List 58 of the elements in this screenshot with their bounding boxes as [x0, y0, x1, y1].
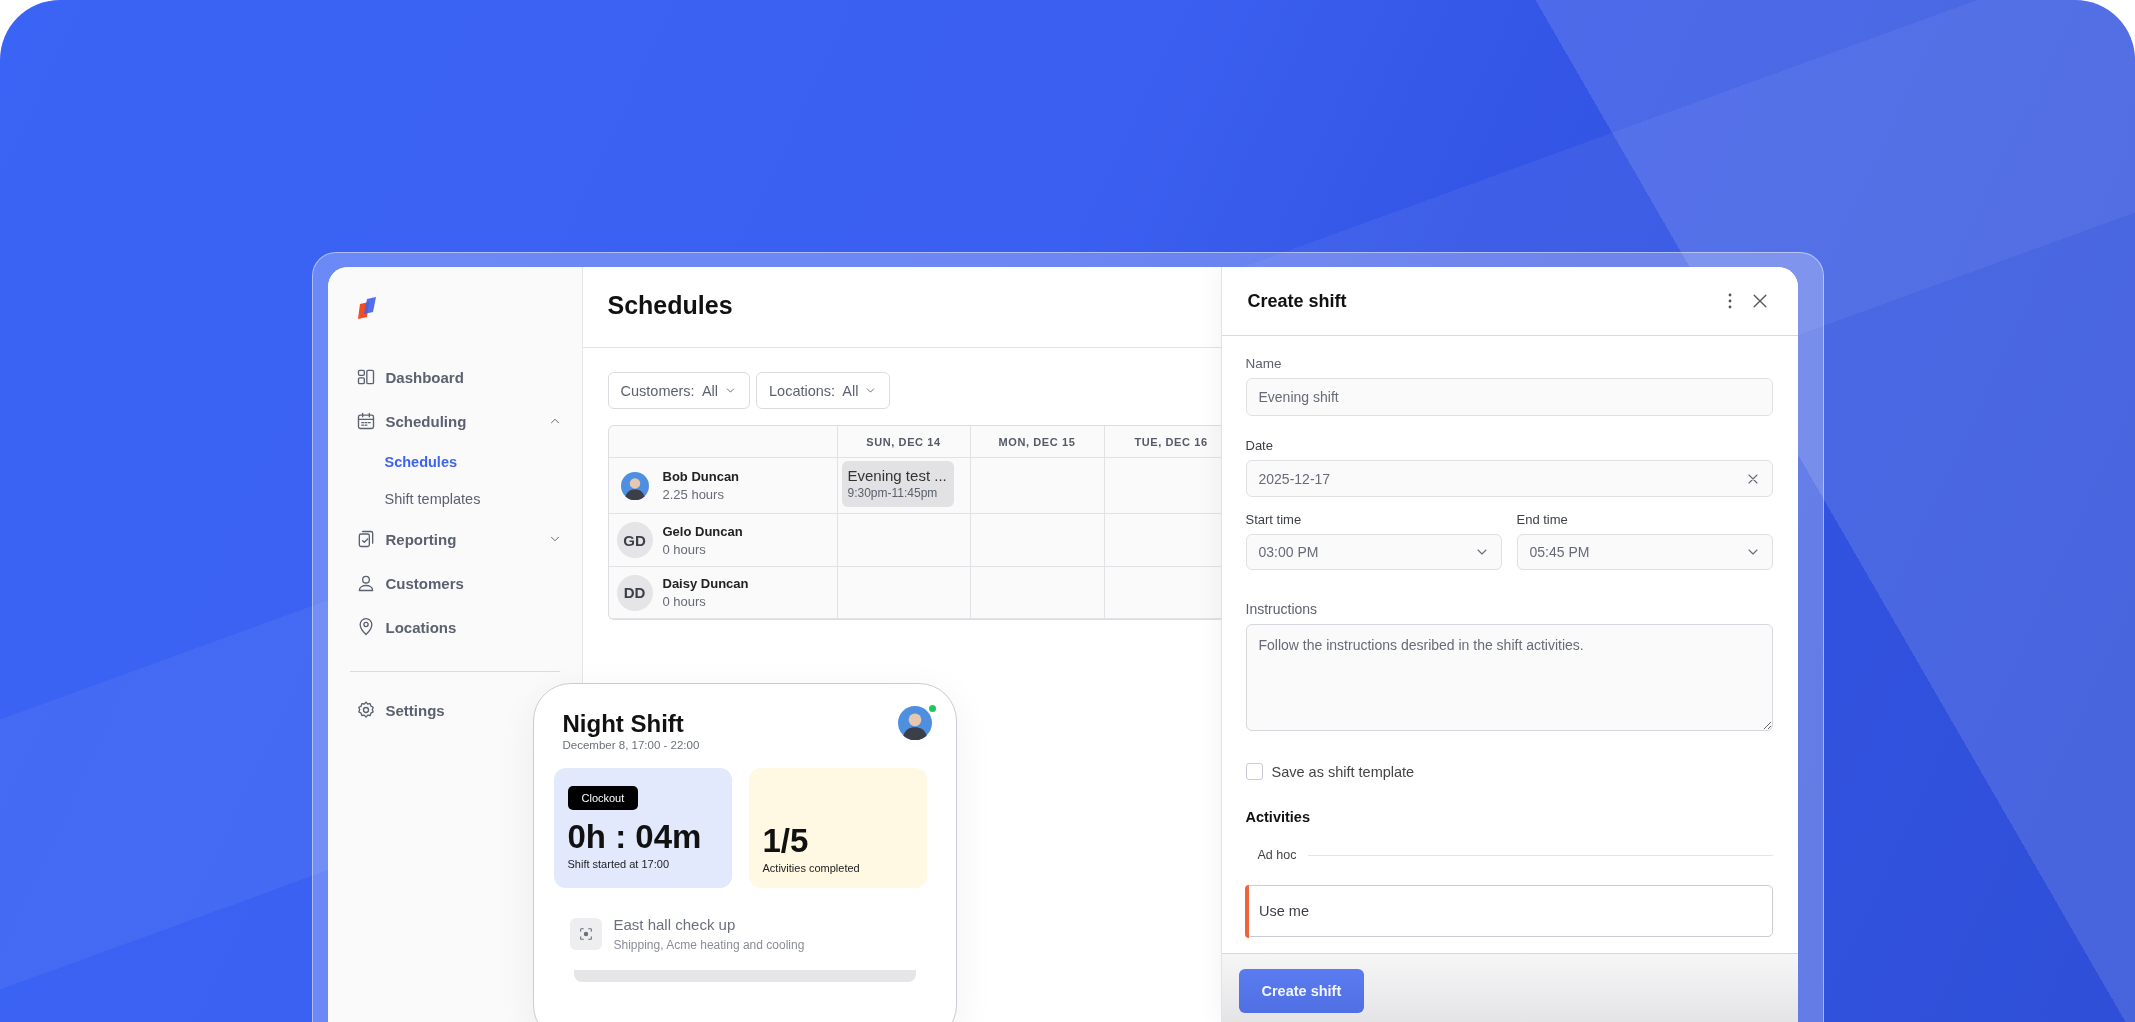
checkbox-label: Save as shift template: [1271, 763, 1415, 780]
shift-title: Evening test ...: [847, 467, 948, 484]
group-label: Ad hoc: [1257, 848, 1297, 862]
activity-item[interactable]: Use me: [1245, 885, 1773, 937]
field-label: Start time: [1245, 512, 1303, 527]
instructions-textarea[interactable]: Follow the instructions desribed in the shift activities.: [1245, 624, 1773, 731]
timer-caption: Shift started at 17:00: [567, 858, 670, 870]
nav-item[interactable]: Customers: [327, 565, 582, 601]
shift-time: 9:30pm-11:45pm: [847, 486, 939, 500]
activity-subtitle: Shipping, Acme heating and cooling: [613, 938, 805, 952]
nav-item[interactable]: Reporting: [327, 521, 582, 557]
date-field[interactable]: 2025-12-17: [1245, 460, 1773, 497]
employee-hours: 0 hours: [662, 594, 707, 609]
timer-value: 0h : 04m: [567, 818, 703, 856]
filter-dropdown[interactable]: Locations: All: [756, 372, 891, 409]
name-input[interactable]: Evening shift: [1245, 378, 1773, 416]
nav-subitem[interactable]: Schedules: [327, 447, 582, 477]
filter-dropdown[interactable]: Customers: All: [607, 372, 750, 409]
avatar-icon: [897, 706, 932, 740]
calendar-icon: [355, 411, 376, 431]
employee-name: Daisy Duncan: [662, 576, 749, 591]
more-options-icon: [1727, 293, 1732, 309]
avatar-initials: DD: [616, 574, 653, 611]
field-label: Date: [1245, 438, 1274, 453]
avatar-initials: GD: [616, 522, 653, 558]
nav-item[interactable]: Locations: [327, 609, 582, 645]
field-label: Instructions: [1245, 601, 1319, 617]
shift-block[interactable]: Evening test ... 9:30pm-11:45pm: [841, 461, 954, 507]
settings-icon: [355, 700, 376, 720]
card-title: Night Shift: [562, 710, 685, 738]
avatar-icon: [620, 471, 649, 500]
nav-item[interactable]: Settings: [327, 692, 467, 728]
activity-title: East hall check up: [613, 916, 737, 933]
section-title: Activities: [1245, 809, 1311, 825]
nav-item[interactable]: Scheduling: [327, 403, 582, 439]
start-time-select[interactable]: 03:00 PM: [1245, 534, 1502, 570]
employee-hours: 0 hours: [662, 541, 707, 557]
dashboard-icon: [355, 367, 376, 387]
end-time-select[interactable]: 05:45 PM: [1516, 534, 1773, 570]
create-shift-button[interactable]: Create shift: [1238, 969, 1365, 1013]
employee-name: Gelo Duncan: [662, 523, 743, 539]
progress-caption: Activities completed: [762, 862, 861, 874]
field-label: End time: [1516, 512, 1569, 527]
nav-item[interactable]: Dashboard: [327, 359, 582, 395]
checkbox[interactable]: [1245, 763, 1263, 780]
progress-value: 1/5: [762, 822, 810, 860]
field-label: Name: [1245, 356, 1283, 371]
clockout-button[interactable]: Clockout: [567, 786, 639, 810]
nav-subitem[interactable]: Shift templates: [327, 484, 582, 514]
employee-name: Bob Duncan: [662, 469, 740, 484]
shift-date: December 8, 17:00 - 22:00: [562, 739, 700, 751]
column-header: MON, DEC 15: [970, 426, 1105, 458]
page-title: Schedules: [607, 290, 733, 321]
employee-hours: 2.25 hours: [662, 487, 725, 502]
logo-icon: [357, 297, 378, 319]
panel-title: Create shift: [1247, 290, 1348, 312]
scan-icon: [577, 926, 594, 942]
column-header: SUN, DEC 14: [837, 426, 971, 458]
